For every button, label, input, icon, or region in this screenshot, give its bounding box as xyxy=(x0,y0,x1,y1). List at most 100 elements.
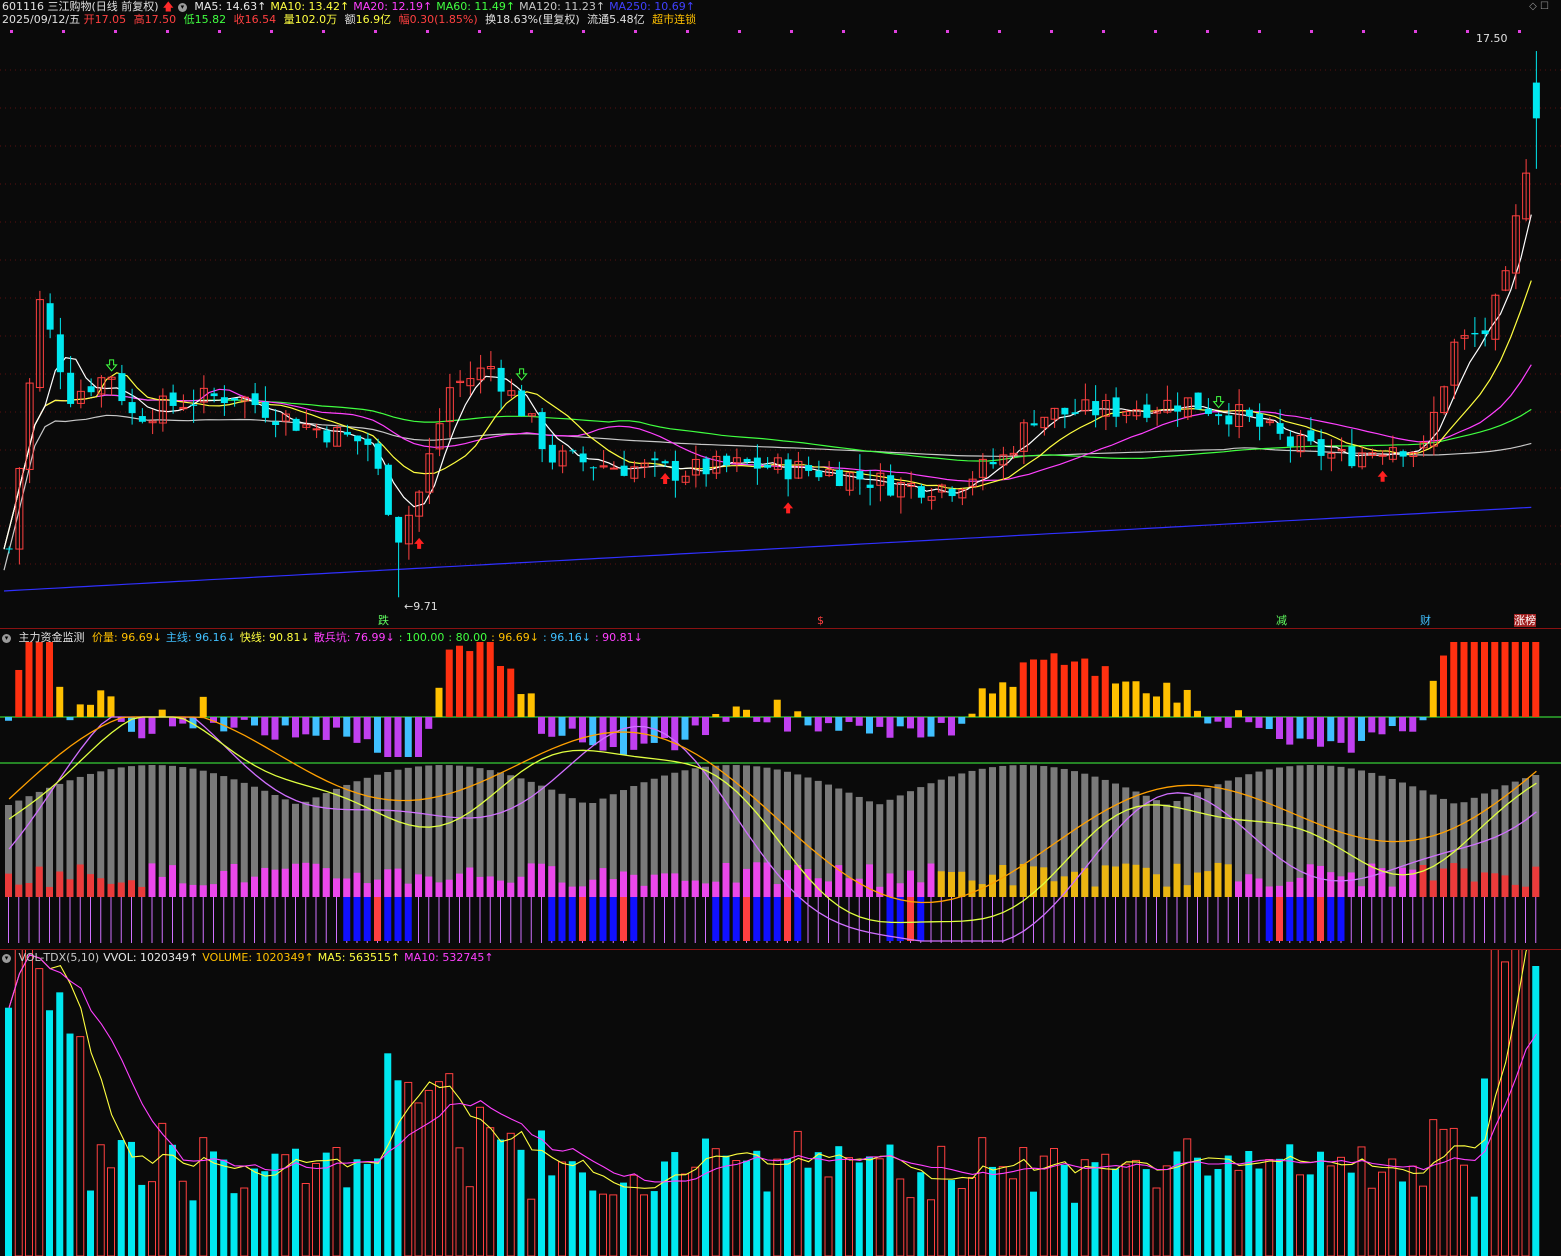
price-panel[interactable]: 601116 三江购物(日线 前复权) 🡅 ▾ MA5: 14.63↑ MA10: 1… xyxy=(0,0,1561,628)
volume-bar-down xyxy=(56,992,64,1256)
ma-legend: MA5: 14.63↑ MA10: 13.42↑ MA20: 12.19↑ MA60:… xyxy=(194,0,699,13)
capital-bar xyxy=(1183,885,1191,897)
candle-body-down xyxy=(743,458,751,463)
price-volume-bar xyxy=(917,717,925,738)
price-volume-bar xyxy=(1142,693,1150,717)
capital-bar xyxy=(1511,884,1519,897)
price-volume-bar xyxy=(1163,682,1171,717)
volume-bar-up xyxy=(1019,1147,1028,1256)
event-tag-finance[interactable]: 财 xyxy=(1420,614,1431,627)
vol-value: 102.0万 xyxy=(294,13,338,26)
main-line-bar xyxy=(968,770,976,897)
candlestick-chart[interactable] xyxy=(0,0,1561,628)
indicator-legend-item-6: : 96.69↓ xyxy=(491,631,540,644)
price-volume-bar xyxy=(46,642,53,717)
volume-settings-icon[interactable]: ▾ xyxy=(2,953,11,963)
candle-body-down xyxy=(1471,332,1479,335)
volume-bar-up xyxy=(76,1036,85,1256)
indicator-title: 主力资金监测 xyxy=(18,631,85,644)
volume-bar-up xyxy=(1408,1165,1417,1256)
volume-legend-item-4: MA10: 532745↑ xyxy=(404,951,494,964)
capital-bar xyxy=(322,868,330,897)
candle-body-down xyxy=(1532,82,1540,119)
capital-bar xyxy=(1368,863,1376,897)
volume-bar-down xyxy=(128,1141,135,1256)
up-arrow-icon: 🡅 xyxy=(162,0,174,13)
top-marker xyxy=(842,30,845,33)
price-volume-bar xyxy=(1470,642,1478,717)
pit-bar xyxy=(568,897,576,941)
candle-body-down xyxy=(118,373,126,402)
capital-bar xyxy=(917,882,925,897)
volume-bar-up xyxy=(875,1158,884,1256)
volume-bar-down xyxy=(1224,1155,1232,1256)
capital-bar xyxy=(251,876,258,897)
price-volume-bar xyxy=(712,713,720,717)
event-tag-dollar[interactable]: $ xyxy=(817,614,824,627)
capital-bar xyxy=(35,866,43,897)
price-volume-bar xyxy=(445,649,453,717)
event-tag-reduce[interactable]: 减 xyxy=(1276,614,1287,627)
capital-bar xyxy=(937,871,945,897)
price-volume-bar xyxy=(404,717,412,757)
price-volume-bar xyxy=(989,693,996,717)
pit-bar xyxy=(773,897,781,941)
event-tag-limit-up[interactable]: 涨榜 xyxy=(1514,614,1536,627)
ma5-line xyxy=(3,214,1532,550)
price-volume-bar xyxy=(681,717,689,740)
capital-bar xyxy=(1245,874,1253,897)
diamond-icon[interactable]: ◇ ☐ xyxy=(1529,1,1549,12)
capital-bar xyxy=(630,874,638,897)
main-line-bar xyxy=(558,793,566,897)
price-volume-bar xyxy=(835,717,843,731)
settings-icon[interactable]: ▾ xyxy=(177,2,187,12)
capital-monitor-chart[interactable] xyxy=(0,629,1561,949)
capital-bar xyxy=(1440,868,1447,897)
capital-bar xyxy=(107,883,115,897)
top-marker xyxy=(582,30,585,33)
price-volume-bar xyxy=(1306,717,1314,740)
candle-body-down xyxy=(651,458,659,461)
candle-body-down xyxy=(190,404,198,406)
pit-bar xyxy=(404,897,412,941)
top-marker xyxy=(686,30,689,33)
volume-bar-down xyxy=(66,1033,74,1256)
main-line-bar xyxy=(681,770,689,897)
top-marker xyxy=(218,30,221,33)
main-line-bar xyxy=(199,770,207,897)
capital-bar xyxy=(1358,886,1365,897)
event-tag-fall[interactable]: 跌 xyxy=(378,614,389,627)
main-line-bar xyxy=(640,782,648,897)
capital-bar xyxy=(1522,886,1529,897)
float-cap: 流通5.48亿 xyxy=(587,13,645,26)
main-line-bar xyxy=(15,800,23,897)
volume-bar-down xyxy=(363,1163,371,1256)
pit-bar xyxy=(384,897,392,941)
volume-bar-up xyxy=(25,950,33,1256)
volume-chart[interactable] xyxy=(0,950,1561,1256)
candle-body-down xyxy=(292,418,300,431)
volume-bar-down xyxy=(579,1172,586,1256)
price-volume-bar xyxy=(1419,717,1427,721)
volume-bar-up xyxy=(732,1160,741,1256)
volume-legend: VOL-TDX(5,10) VVOL: 1020349↑ VOLUME: 10203… xyxy=(19,951,498,964)
volume-bar-down xyxy=(1112,1168,1119,1256)
candle-body-down xyxy=(753,457,761,469)
price-volume-bar xyxy=(1060,664,1068,717)
indicator-legend-item-7: : 96.16↓ xyxy=(543,631,591,644)
main-line-bar xyxy=(896,795,904,897)
volume-bar-up xyxy=(301,1183,310,1256)
volume-bar-down xyxy=(220,1159,228,1256)
volume-bar-down xyxy=(743,1160,750,1256)
volume-panel[interactable]: ▾ VOL-TDX(5,10) VVOL: 1020349↑ VOLUME: 102… xyxy=(0,950,1561,1256)
price-volume-bar xyxy=(1122,681,1130,717)
top-marker xyxy=(634,30,637,33)
price-volume-bar xyxy=(1019,662,1027,717)
high-label: 高 xyxy=(133,13,145,26)
low-label: 低 xyxy=(183,13,195,26)
indicator-settings-icon[interactable]: ▾ xyxy=(2,633,11,643)
indicator-panel[interactable]: ▾ 主力资金监测 价量: 96.69↓ 主线: 96.16↓ 快线: 90.81↓ 散… xyxy=(0,629,1561,949)
volume-bar-up xyxy=(1449,1127,1458,1256)
capital-bar xyxy=(240,882,248,897)
capital-bar xyxy=(1132,864,1140,897)
